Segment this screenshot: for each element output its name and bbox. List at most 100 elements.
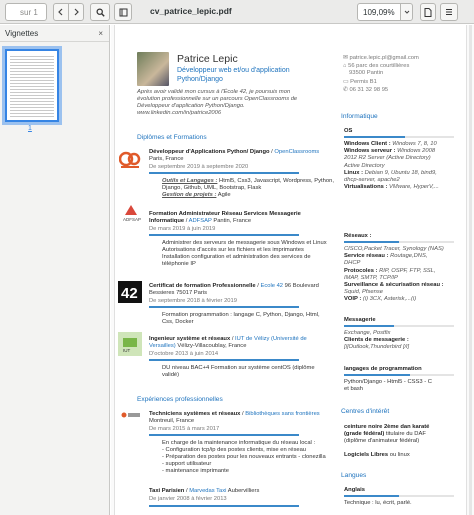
d2-title-line: Informatique / ADFSAP Pantin, France <box>149 218 252 224</box>
d4-dates: D'octobre 2013 à juin 2014 <box>149 351 219 357</box>
page-thumbnail[interactable] <box>2 46 62 125</box>
zoom-field[interactable]: 109,09% <box>357 3 401 21</box>
d3-org-rest: 96 Boulevard <box>284 283 319 289</box>
svg-text:42: 42 <box>121 285 138 300</box>
contact-address2: 93500 Pantin <box>349 70 384 76</box>
contact-phone: ✆ 06 31 32 98 95 <box>343 87 389 93</box>
messaging-item-key: Clients de messagerie : <box>344 337 409 344</box>
os-heading: OS <box>344 128 353 134</box>
e2-org-link[interactable]: Marvedas Taxi <box>189 488 226 494</box>
network-item-value: Squid, Pfsense <box>344 289 383 296</box>
chevron-down-icon <box>404 10 409 14</box>
bsf-logo-icon <box>121 412 140 418</box>
d2-org-link[interactable]: ADFSAP <box>189 218 212 224</box>
d4-divider <box>149 359 299 361</box>
interest-line3: (diplôme d'animateur fédéral) <box>344 438 420 444</box>
messaging-item-value: [i]Outlook,Thunderbird [/i] <box>344 344 410 351</box>
document-icon <box>424 7 432 17</box>
os-skill-bar <box>344 136 454 138</box>
openclassrooms-logo-icon <box>119 151 141 168</box>
d4-divider-fill <box>149 359 299 361</box>
e2-dates: De janvier 2008 à février 2013 <box>149 496 227 502</box>
menu-button[interactable] <box>440 3 458 21</box>
messaging-skill-fill <box>344 325 394 327</box>
d4-org-link2[interactable]: Versailles) <box>149 343 176 349</box>
d1-proj-line: Gestion de projets : Agile <box>162 192 231 199</box>
e2-divider <box>149 505 299 507</box>
d3-org-link[interactable]: Ecole 42 <box>260 283 283 289</box>
network-item-row: Service réseau : Routage,DNS, <box>344 253 444 260</box>
profile-photo <box>137 52 169 86</box>
close-sidebar-icon[interactable]: × <box>98 29 103 38</box>
network-item-row: Surveillance & sécurisation réseau : <box>344 282 444 289</box>
license-text: Permis B1 <box>350 79 377 85</box>
interest-software: Logiciels Libres <box>344 452 389 458</box>
network-heading: Réseaux : <box>344 233 372 239</box>
os-item-value: Active Directory <box>344 162 385 169</box>
d1-divider-fill <box>149 172 299 174</box>
os-item-value: Windows 2008 <box>397 148 436 155</box>
sidebar-toggle-button[interactable] <box>114 3 132 21</box>
d2-dates: De mars 2019 à juin 2019 <box>149 226 216 232</box>
messaging-item-row: Exchange, Postfix <box>344 330 409 337</box>
d4-desc2: validé) <box>162 372 180 378</box>
d2-place: Pantin, France <box>213 218 252 224</box>
english-skill-bar <box>344 495 454 497</box>
page-number-input[interactable]: sur 1 <box>5 3 47 21</box>
hamburger-menu-icon <box>446 8 452 16</box>
adfsap-logo: ADFSAP <box>120 202 142 224</box>
d1-proj-label: Gestion de projets : <box>162 192 217 198</box>
e2-divider-fill <box>149 505 299 507</box>
svg-text:ADFSAP: ADFSAP <box>123 217 141 222</box>
chevron-left-icon <box>58 8 63 16</box>
e1-place: Montreuil, France <box>149 418 195 424</box>
e1-divider-fill <box>149 434 299 436</box>
d4-org-link[interactable]: IUT de Vélizy (Université de <box>235 336 307 342</box>
thumbnail-page-number[interactable]: 1 <box>28 125 32 132</box>
os-item-value: 2012 R2 Server (Active Directory) <box>344 155 431 162</box>
chevron-right-icon <box>74 8 79 16</box>
cv-role-line2: Python/Django <box>177 76 223 83</box>
d2-divider-fill <box>149 234 299 236</box>
cv-name: Patrice Lepic <box>177 53 238 65</box>
os-item-key: Windows Client : <box>344 141 393 147</box>
d3-place: Bessieres 75017 Paris <box>149 290 207 296</box>
d1-org-link[interactable]: OpenClassrooms <box>274 149 319 155</box>
email-text: patrice.lepic.pl@gmail.com <box>349 55 419 61</box>
network-item-row: VOIP : (i) 3CX, Asterisk,...(i) <box>344 296 444 303</box>
next-page-button[interactable] <box>68 3 84 21</box>
e2-title-line: Taxi Parisien / Marvedas Taxi Aubervilli… <box>149 488 260 494</box>
network-list: CISCO,Packet Tracer, Synology (NAS) Servi… <box>344 246 444 304</box>
d1-divider <box>149 172 299 174</box>
e1-org-link[interactable]: Bibliothèques sans frontières <box>245 411 319 417</box>
cv-role-line1: Développeur web et/ou d'application <box>177 67 290 74</box>
zoom-dropdown-button[interactable] <box>400 3 413 21</box>
d1-dates: De septembre 2019 à septembre 2020 <box>149 164 249 170</box>
languages-heading: Langues <box>341 472 367 479</box>
os-item-value: VMware, HyperV,... <box>389 184 439 191</box>
english-skill-fill <box>344 495 399 497</box>
messaging-item-value: Exchange, Postfix <box>344 330 391 336</box>
network-skill-fill <box>344 241 399 243</box>
d1-place: Paris, France <box>149 156 184 162</box>
d1-tools: Html5, Css3, Javascript, Wordpress, Pyth… <box>219 178 334 184</box>
messaging-heading: Messagerie <box>344 317 376 323</box>
programming-skill-bar <box>344 374 454 376</box>
vertical-scrollbar[interactable] <box>469 25 472 515</box>
annotate-button[interactable] <box>420 3 436 21</box>
d2-desc4: téléphonie IP <box>162 261 196 267</box>
d3-divider <box>149 306 299 308</box>
document-title: cv_patrice_lepic.pdf <box>150 6 232 16</box>
diplomas-heading: Diplômes et Formations <box>137 134 207 141</box>
search-icon <box>96 8 105 17</box>
network-item-value: Routage,DNS, <box>390 253 428 260</box>
document-viewer[interactable]: Patrice Lepic Développeur web et/ou d'ap… <box>111 25 474 515</box>
linkedin-link[interactable]: www.linkedin.com/in/patrice2006 <box>137 110 221 117</box>
os-item-row: Active Directory <box>344 163 439 170</box>
search-button[interactable] <box>90 3 110 21</box>
previous-page-button[interactable] <box>53 3 69 21</box>
informatique-heading: Informatique <box>341 113 378 120</box>
d4-desc1: DU niveau BAC+4 Formation sur système ce… <box>162 365 315 371</box>
d4-org2-line: Versailles) Vélizy-Villacoublay, France <box>149 343 246 350</box>
os-item-row: 2012 R2 Server (Active Directory) <box>344 155 439 162</box>
